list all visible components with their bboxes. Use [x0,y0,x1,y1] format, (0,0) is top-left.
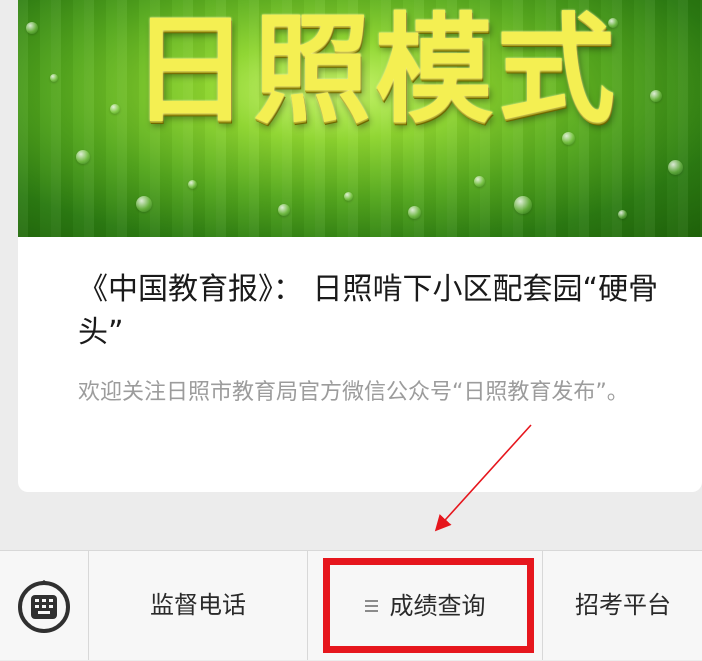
water-drop [668,160,683,175]
water-drop [344,192,353,201]
water-drop [618,210,627,219]
water-drop [650,90,662,102]
menu-item-label: 监督电话 [150,591,246,619]
water-drop [188,180,197,189]
menu-item-exam-platform[interactable]: 招考平台 [543,551,702,660]
article-card[interactable]: 日照模式 《中国教育报》： 日照啃下小区配套园“硬骨头” 欢迎关注日照市教育局官… [18,0,702,492]
bottom-menu-bar: 监督电话 成绩查询 招考平台 [0,550,702,660]
menu-item-supervision-phone[interactable]: 监督电话 [89,551,308,660]
menu-item-label: 招考平台 [575,591,671,619]
keyboard-icon [18,580,70,633]
water-drop [110,104,120,114]
article-summary: 欢迎关注日照市教育局官方微信公众号“日照教育发布”。 [78,380,629,405]
water-drop [278,204,290,216]
keyboard-toggle-button[interactable] [0,551,89,660]
water-drop [136,196,152,212]
water-drop [408,206,421,219]
water-drop [26,22,38,34]
banner-title: 日照模式 [131,1,620,139]
menu-item-score-query[interactable]: 成绩查询 [308,551,543,660]
article-title[interactable]: 《中国教育报》： 日照啃下小区配套园“硬骨头” [78,268,688,354]
water-drop [50,74,58,82]
menu-lines-icon [364,599,378,613]
water-drop [76,150,90,164]
menu-item-label: 成绩查询 [389,591,486,620]
article-banner: 日照模式 [18,0,702,237]
water-drop [514,196,532,214]
water-drop [474,176,485,187]
